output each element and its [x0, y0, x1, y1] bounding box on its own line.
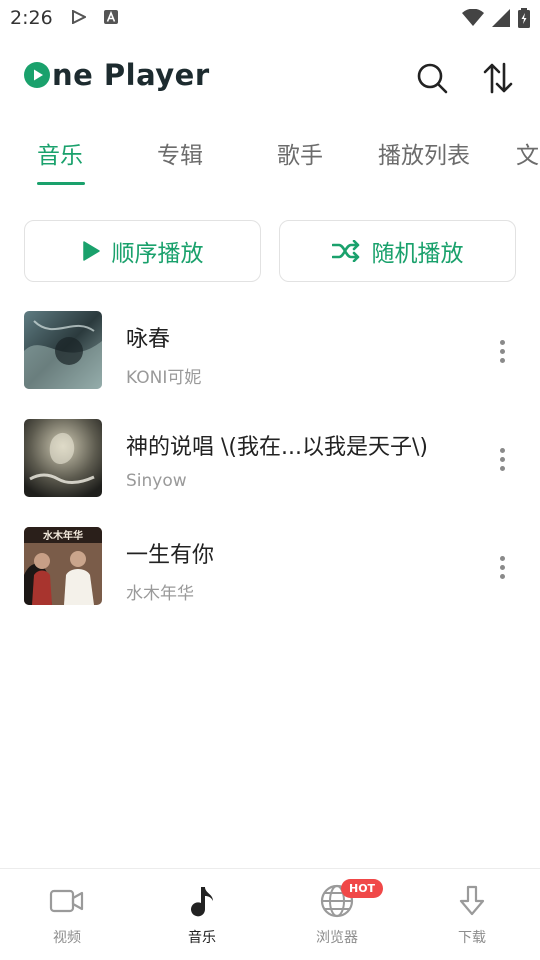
tab-indicator	[37, 182, 85, 185]
download-icon	[459, 885, 485, 916]
bottom-nav: 视频 音乐 浏览器 HOT 下载	[0, 868, 540, 960]
nav-download-label: 下载	[458, 930, 486, 946]
song-item[interactable]: 水木年华 一生有你 水木年华	[0, 527, 540, 607]
nav-download[interactable]: 下载	[412, 883, 532, 953]
album-cover	[24, 419, 102, 497]
video-icon	[49, 889, 84, 913]
song-artist: 水木年华	[126, 584, 194, 604]
album-cover	[24, 311, 102, 389]
logo-text: ne Player	[52, 58, 210, 92]
signal-icon	[492, 9, 510, 27]
status-bar: 2:26	[0, 0, 540, 36]
more-options-button[interactable]	[490, 553, 514, 581]
sort-icon	[483, 62, 513, 94]
battery-icon	[518, 8, 530, 28]
song-title: 一生有你	[126, 543, 215, 568]
sequential-play-label: 顺序播放	[111, 241, 204, 267]
category-tabs: 音乐 专辑 歌手 播放列表 文	[0, 132, 540, 186]
music-note-icon	[191, 887, 213, 917]
more-options-button[interactable]	[490, 337, 514, 365]
nav-video[interactable]: 视频	[7, 883, 127, 953]
app-logo: ne Player	[24, 58, 210, 92]
nav-video-label: 视频	[53, 930, 81, 946]
song-item[interactable]: 神的说唱 \(我在...以我是天子\) Sinyow	[0, 419, 540, 499]
more-options-button[interactable]	[490, 445, 514, 473]
app-a-icon	[104, 10, 118, 24]
shuffle-icon	[331, 240, 359, 262]
album-cover: 水木年华	[24, 527, 102, 605]
shuffle-play-label: 随机播放	[371, 241, 464, 267]
song-item[interactable]: 咏春 KONI可妮	[0, 311, 540, 391]
tab-music[interactable]: 音乐	[37, 136, 83, 170]
status-time: 2:26	[10, 7, 53, 29]
tab-playlists[interactable]: 播放列表	[378, 136, 470, 170]
nav-music-label: 音乐	[188, 930, 216, 946]
tab-artists[interactable]: 歌手	[277, 136, 323, 170]
tab-albums[interactable]: 专辑	[157, 136, 203, 170]
nav-browser[interactable]: 浏览器 HOT	[277, 879, 397, 953]
app-header: ne Player	[0, 52, 540, 104]
shuffle-play-button[interactable]: 随机播放	[279, 220, 516, 282]
song-artist: KONI可妮	[126, 368, 202, 388]
play-icon	[82, 241, 100, 261]
nav-browser-label: 浏览器	[316, 930, 358, 946]
search-button[interactable]	[412, 58, 452, 98]
cover-title-text: 水木年华	[42, 529, 83, 542]
sequential-play-button[interactable]: 顺序播放	[24, 220, 261, 282]
hot-badge: HOT	[341, 879, 384, 898]
status-indicators	[462, 8, 530, 28]
search-icon	[417, 63, 448, 94]
song-artist: Sinyow	[126, 471, 187, 491]
wifi-icon	[462, 9, 484, 26]
tab-folders[interactable]: 文	[516, 136, 539, 170]
nav-music[interactable]: 音乐	[142, 883, 262, 953]
logo-play-icon	[24, 62, 50, 88]
song-title: 神的说唱 \(我在...以我是天子\)	[126, 435, 428, 460]
play-store-icon	[72, 10, 86, 24]
sort-button[interactable]	[478, 58, 518, 98]
song-title: 咏春	[126, 327, 171, 352]
